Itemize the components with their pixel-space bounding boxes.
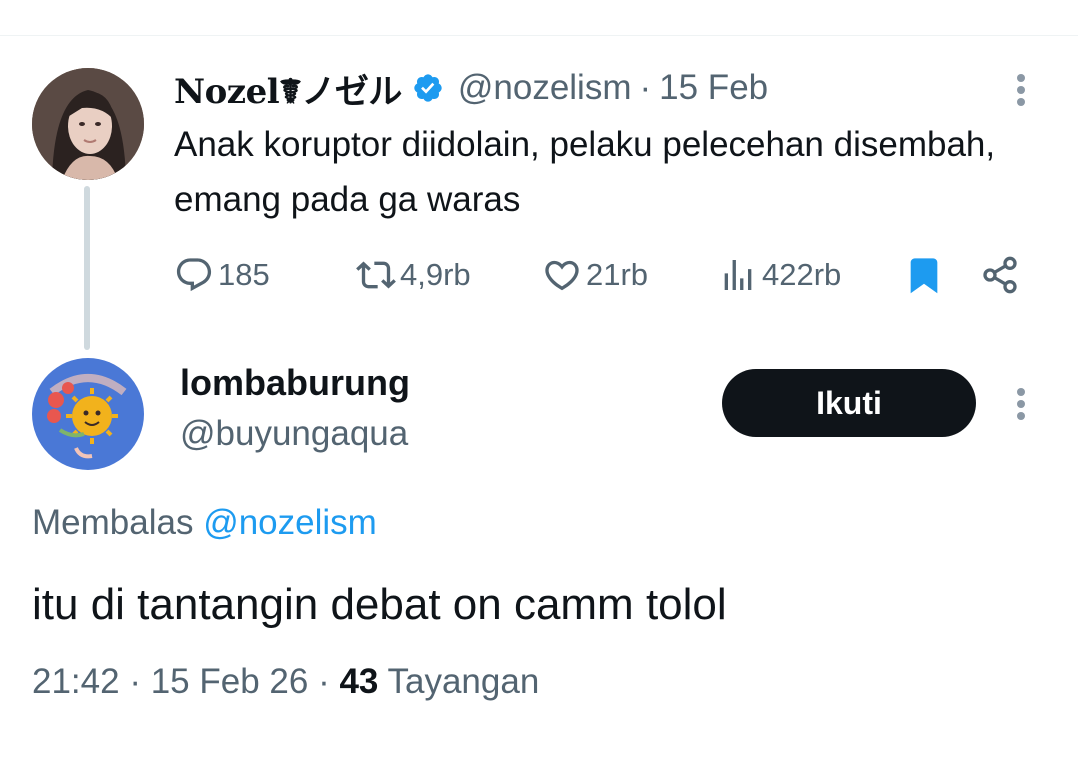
replying-to: Membalas @nozelism [32,503,377,543]
view-count: 422rb [762,257,842,292]
more-icon[interactable] [1006,70,1036,110]
retweet-count: 4,9rb [400,257,471,292]
views-icon [724,260,752,290]
avatar[interactable] [32,68,144,180]
verified-badge-icon [414,74,442,102]
reply-text: itu di tantangin debat on camm tolol [32,580,727,629]
views-count: 43 [339,662,379,701]
reply-date[interactable]: 15 Feb 26 [151,662,309,701]
retweet-button[interactable]: 4,9rb [356,250,471,300]
reply-button[interactable]: 185 [174,250,270,300]
bookmark-button[interactable] [904,250,944,300]
like-button[interactable]: 21rb [542,250,648,300]
top-divider [0,35,1078,36]
views-label: Tayangan [387,662,540,701]
reply-handle[interactable]: @buyungaqua [180,414,408,454]
share-icon [983,256,1017,294]
handle[interactable]: @nozelism [458,68,632,108]
retweet-icon [356,261,396,289]
replying-prefix: Membalas [32,503,194,542]
views-button[interactable]: 422rb [718,250,841,300]
reply-avatar-image [32,358,144,470]
reply-avatar[interactable] [32,358,144,470]
tweet-date[interactable]: 15 Feb [659,68,768,108]
reply-icon [176,258,212,292]
tweet-text: Anak koruptor diidolain, pelaku peleceha… [174,125,996,219]
like-count: 21rb [586,257,649,292]
tweet-actions: 185 4,9rb 21rb 422rb [174,250,1034,300]
reply-display-name[interactable]: lombaburung [180,362,410,404]
follow-button[interactable]: Ikuti [722,369,976,437]
separator: · [318,662,330,701]
thread-line [84,186,90,350]
display-name[interactable]: Nozel☤ノゼル [174,64,402,113]
avatar-image [32,68,144,180]
replying-mention[interactable]: @nozelism [203,503,377,542]
separator: · [129,662,141,701]
like-icon [545,260,579,291]
more-icon[interactable] [1006,384,1036,424]
bookmark-icon [910,258,938,294]
share-button[interactable] [980,250,1020,300]
reply-meta: 21:42 · 15 Feb 26 · 43 Tayangan [32,662,539,702]
reply-count: 185 [218,257,270,292]
reply-time[interactable]: 21:42 [32,662,120,701]
parent-tweet-header: Nozel☤ノゼル @nozelism · 15 Feb [174,64,768,113]
separator: · [639,68,652,107]
